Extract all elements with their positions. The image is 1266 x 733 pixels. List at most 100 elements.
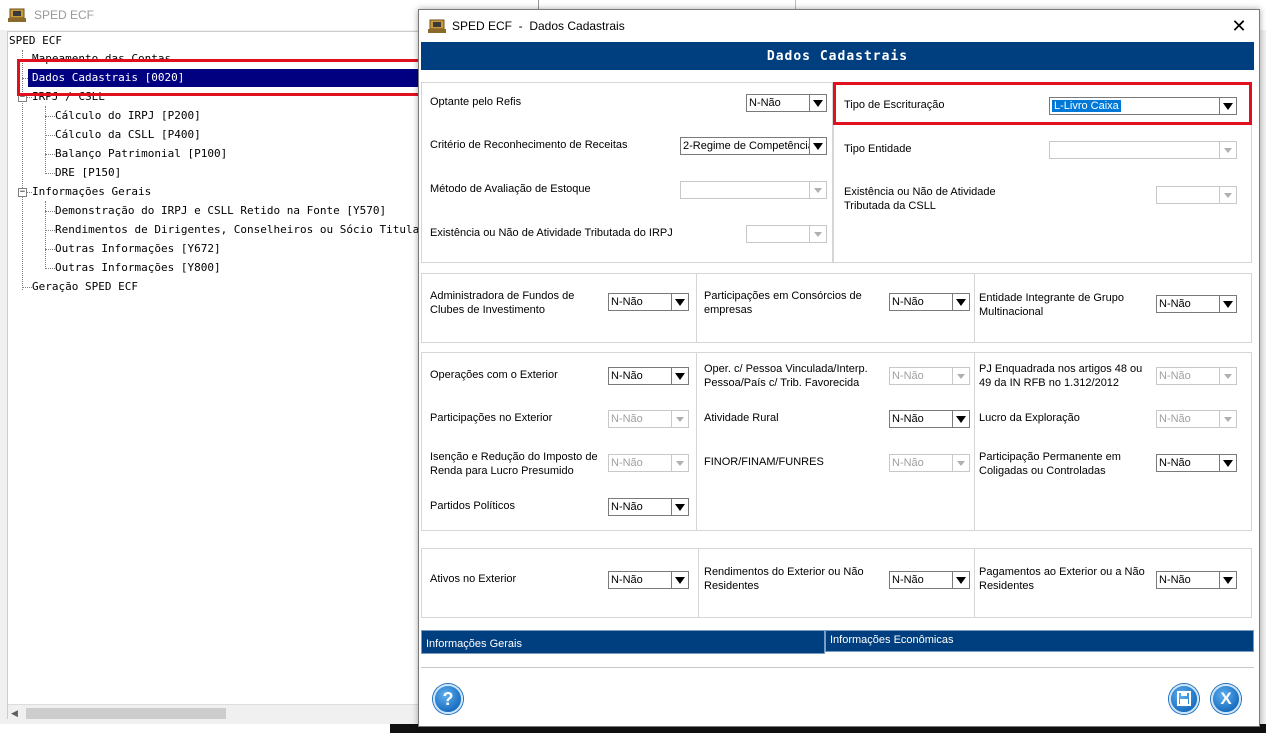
lucro-exploracao-select[interactable]: N-Não — [1156, 410, 1237, 428]
divider — [696, 273, 697, 343]
tree-item-y672[interactable]: Outras Informações [Y672] — [55, 240, 221, 258]
chevron-down-icon[interactable] — [1219, 296, 1236, 312]
tree-item-y800[interactable]: Outras Informações [Y800] — [55, 259, 221, 277]
collapse-icon[interactable]: − — [18, 93, 27, 102]
tree-connector — [22, 50, 23, 290]
tree-item-dre[interactable]: DRE [P150] — [55, 164, 121, 182]
tree-item-dados-cadastrais[interactable]: Dados Cadastrais [0020] — [28, 69, 419, 87]
tipo-entidade-select[interactable] — [1049, 141, 1237, 159]
chevron-down-icon[interactable] — [952, 411, 969, 427]
tipo-escrituracao-select[interactable]: L-Livro Caixa — [1049, 97, 1237, 115]
exist-irpj-label: Existência ou Não de Atividade Tributada… — [430, 227, 673, 239]
chevron-down-icon[interactable] — [1219, 368, 1236, 384]
tree-item-mapeamento[interactable]: Mapeamento das Contas — [32, 50, 171, 68]
chevron-down-icon[interactable] — [1219, 455, 1236, 471]
chevron-down-icon[interactable] — [952, 368, 969, 384]
part-permanente-label: Participação Permanente em Coligadas ou … — [979, 451, 1121, 477]
tree-item-irpj-csll[interactable]: IRPJ / CSLL — [32, 88, 105, 106]
tree-item-balanco[interactable]: Balanço Patrimonial [P100] — [55, 145, 227, 163]
adm-fundos-select[interactable]: N-Não — [608, 293, 689, 311]
chevron-down-icon[interactable] — [671, 368, 688, 384]
tree-connector — [45, 154, 55, 155]
ativos-exterior-select[interactable]: N-Não — [608, 571, 689, 589]
chevron-down-icon[interactable] — [1219, 187, 1236, 203]
pj-enquadrada-select[interactable]: N-Não — [1156, 367, 1237, 385]
finor-select[interactable]: N-Não — [889, 454, 970, 472]
part-exterior-select[interactable]: N-Não — [608, 410, 689, 428]
tree-item-calculo-csll[interactable]: Cálculo da CSLL [P400] — [55, 126, 201, 144]
chevron-down-icon[interactable] — [671, 499, 688, 515]
divider — [696, 352, 697, 531]
horizontal-scrollbar[interactable]: ◀ — [8, 704, 420, 721]
metodo-label: Método de Avaliação de Estoque — [430, 183, 591, 195]
partidos-label: Partidos Políticos — [430, 500, 515, 512]
save-button[interactable] — [1169, 684, 1199, 714]
tree-item-geracao[interactable]: Geração SPED ECF — [32, 278, 138, 296]
chevron-down-icon[interactable] — [952, 455, 969, 471]
chevron-down-icon[interactable] — [671, 294, 688, 310]
dialog-title: SPED ECF - Dados Cadastrais — [452, 19, 625, 33]
navigation-tree[interactable]: SPED ECF Mapeamento das Contas Dados Cad… — [7, 31, 420, 719]
atividade-rural-label: Atividade Rural — [704, 412, 779, 424]
exist-csll-select[interactable] — [1156, 186, 1237, 204]
chevron-down-icon[interactable] — [952, 294, 969, 310]
atividade-rural-select[interactable]: N-Não — [889, 410, 970, 428]
rend-exterior-select[interactable]: N-Não — [889, 571, 970, 589]
tree-item-y600[interactable]: Rendimentos de Dirigentes, Conselheiros … — [55, 221, 419, 239]
tab-informacoes-gerais[interactable]: Informações Gerais — [421, 630, 825, 654]
tree-connector — [45, 211, 55, 212]
chevron-down-icon[interactable] — [1219, 572, 1236, 588]
partidos-select[interactable]: N-Não — [608, 498, 689, 516]
grupo-multinacional-select[interactable]: N-Não — [1156, 295, 1237, 313]
tab-informacoes-economicas[interactable]: Informações Econômicas — [825, 630, 1254, 652]
tree-item-calculo-irpj[interactable]: Cálculo do IRPJ [P200] — [55, 107, 201, 125]
tipo-entidade-label: Tipo Entidade — [844, 143, 912, 155]
isencao-select[interactable]: N-Não — [608, 454, 689, 472]
chevron-down-icon[interactable] — [1219, 142, 1236, 158]
chevron-down-icon[interactable] — [809, 95, 826, 111]
tree-connector — [22, 287, 32, 288]
ativos-exterior-label: Ativos no Exterior — [430, 573, 517, 585]
chevron-down-icon[interactable] — [809, 226, 826, 242]
chevron-down-icon[interactable] — [1219, 411, 1236, 427]
exist-csll-label: Existência ou Não de Atividade Tributada… — [844, 186, 996, 212]
collapse-icon[interactable]: − — [18, 188, 27, 197]
pj-enquadrada-label: PJ Enquadrada nos artigos 48 ou 49 da IN… — [979, 363, 1143, 389]
op-exterior-select[interactable]: N-Não — [608, 367, 689, 385]
criterio-select[interactable]: 2-Regime de Competência — [680, 137, 827, 155]
tree-item-informacoes-gerais[interactable]: Informações Gerais — [32, 183, 151, 201]
rend-exterior-label: Rendimentos do Exterior ou Não Residente… — [704, 566, 864, 592]
grupo-multinacional-label: Entidade Integrante de Grupo Multinacion… — [979, 292, 1124, 318]
chevron-down-icon[interactable] — [671, 572, 688, 588]
refis-select[interactable]: N-Não — [746, 94, 827, 112]
criterio-label: Critério de Reconhecimento de Receitas — [430, 139, 628, 151]
dialog-titlebar: SPED ECF - Dados Cadastrais — [419, 10, 1259, 42]
exist-irpj-select[interactable] — [746, 225, 827, 243]
pag-exterior-select[interactable]: N-Não — [1156, 571, 1237, 589]
chevron-down-icon[interactable] — [809, 182, 826, 198]
metodo-select[interactable] — [680, 181, 827, 199]
tree-root[interactable]: SPED ECF — [9, 32, 62, 50]
chevron-down-icon[interactable] — [671, 455, 688, 471]
scrollbar-thumb[interactable] — [26, 708, 226, 719]
oper-vinculada-select[interactable]: N-Não — [889, 367, 970, 385]
pag-exterior-label: Pagamentos ao Exterior ou a Não Resident… — [979, 566, 1145, 592]
tree-connector — [45, 135, 55, 136]
scroll-left-icon[interactable]: ◀ — [11, 708, 18, 719]
close-icon[interactable]: ✕ — [1229, 16, 1249, 36]
cancel-button[interactable]: X — [1211, 684, 1241, 714]
chevron-down-icon[interactable] — [952, 572, 969, 588]
app-logo-icon — [428, 18, 446, 34]
tree-item-y570[interactable]: Demonstração do IRPJ e CSLL Retido na Fo… — [55, 202, 386, 220]
tree-connector — [45, 268, 55, 269]
main-window-title: SPED ECF — [34, 8, 95, 22]
consorcios-select[interactable]: N-Não — [889, 293, 970, 311]
chevron-down-icon[interactable] — [809, 138, 826, 154]
chevron-down-icon[interactable] — [1219, 98, 1236, 114]
dados-cadastrais-dialog: SPED ECF - Dados Cadastrais ✕ Dados Cada… — [418, 9, 1260, 727]
chevron-down-icon[interactable] — [671, 411, 688, 427]
part-exterior-label: Participações no Exterior — [430, 412, 553, 424]
part-permanente-select[interactable]: N-Não — [1156, 454, 1237, 472]
tree-connector — [45, 173, 55, 174]
help-icon[interactable]: ? — [433, 684, 463, 714]
